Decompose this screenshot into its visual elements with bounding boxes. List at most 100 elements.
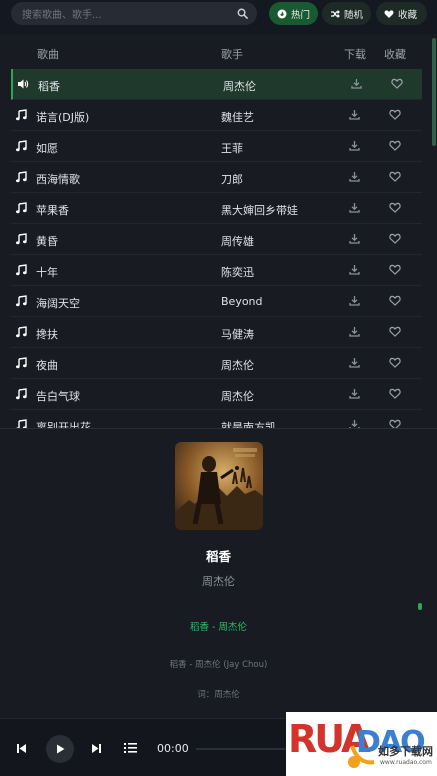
heart-outline-icon[interactable] xyxy=(389,233,401,244)
next-icon[interactable] xyxy=(91,743,102,754)
watermark-subtitle: 如多下载网 xyxy=(378,745,433,758)
album-cover xyxy=(175,442,263,530)
heart-outline-icon[interactable] xyxy=(389,357,401,368)
song-row[interactable]: 如愿 王菲 xyxy=(11,131,422,162)
lyric-scroll-indicator xyxy=(418,603,422,610)
download-icon[interactable] xyxy=(349,140,360,151)
download-icon[interactable] xyxy=(349,295,360,306)
song-row[interactable]: 诺言(DJ版) 魏佳艺 xyxy=(11,100,422,131)
download-icon[interactable] xyxy=(349,326,360,337)
filter-favorites-button[interactable]: 收藏 xyxy=(376,2,427,25)
download-icon[interactable] xyxy=(349,264,360,275)
filter-favorites-label: 收藏 xyxy=(398,9,418,21)
song-row[interactable]: 夜曲 周杰伦 xyxy=(11,348,422,379)
progress-bar[interactable] xyxy=(196,748,286,750)
song-artist: 周传雄 xyxy=(221,235,254,248)
previous-icon[interactable] xyxy=(16,743,27,754)
filter-random-button[interactable]: 随机 xyxy=(322,2,371,25)
song-artist: 马健涛 xyxy=(221,328,254,341)
filter-random-label: 随机 xyxy=(344,9,364,21)
music-note-icon xyxy=(16,264,27,276)
download-icon[interactable] xyxy=(349,109,360,120)
song-title: 告白气球 xyxy=(36,390,80,403)
download-icon[interactable] xyxy=(349,357,360,368)
song-row[interactable]: 黄昏 周传雄 xyxy=(11,224,422,255)
heart-outline-icon[interactable] xyxy=(389,264,401,275)
song-title: 黄昏 xyxy=(36,235,58,248)
song-artist: 魏佳艺 xyxy=(221,111,254,124)
heart-outline-icon[interactable] xyxy=(389,140,401,151)
header-favorite: 收藏 xyxy=(384,48,406,61)
heart-outline-icon[interactable] xyxy=(391,78,403,89)
song-list: 歌曲 歌手 下载 收藏 稻香 周杰伦诺言(DJ版) 魏佳艺如愿 王菲西海情歌 刀郎苹果香… xyxy=(0,34,437,428)
header-song: 歌曲 xyxy=(37,48,59,61)
download-icon[interactable] xyxy=(351,78,362,89)
song-title: 夜曲 xyxy=(36,359,58,372)
fire-icon xyxy=(277,9,287,18)
song-row[interactable]: 告白气球 周杰伦 xyxy=(11,379,422,410)
lyric-line: 稻香 - 周杰伦 (Jay Chou) xyxy=(169,660,268,670)
song-artist: 刀郎 xyxy=(221,173,243,186)
music-note-icon xyxy=(16,171,27,183)
music-note-icon xyxy=(16,419,27,428)
music-note-icon xyxy=(16,233,27,245)
watermark-logo: RUA DAO 如多下载网 www.ruadao.com xyxy=(286,712,437,776)
song-row[interactable]: 西海情歌 刀郎 xyxy=(11,162,422,193)
song-artist: 陈奕迅 xyxy=(221,266,254,279)
playlist-icon[interactable] xyxy=(124,742,137,754)
play-icon xyxy=(57,744,65,754)
song-row[interactable]: 离别开出花 就是南方凯 xyxy=(11,410,422,428)
music-note-icon xyxy=(16,295,27,307)
song-row[interactable]: 海阔天空 Beyond xyxy=(11,286,422,317)
top-bar: 搜索歌曲、歌手... 热门 随机 收藏 xyxy=(0,0,437,34)
heart-outline-icon[interactable] xyxy=(389,171,401,182)
song-artist: 黑大婶回乡带娃 xyxy=(221,204,298,217)
header-artist: 歌手 xyxy=(221,48,243,61)
song-title: 苹果香 xyxy=(36,204,69,217)
heart-outline-icon[interactable] xyxy=(389,388,401,399)
shuffle-icon xyxy=(331,9,340,18)
play-button[interactable] xyxy=(46,735,74,763)
song-title: 诺言(DJ版) xyxy=(36,111,90,124)
song-row[interactable]: 稻香 周杰伦 xyxy=(11,69,422,100)
song-row[interactable]: 搀扶 马健涛 xyxy=(11,317,422,348)
search-icon[interactable] xyxy=(237,8,248,19)
song-title: 如愿 xyxy=(36,142,58,155)
search-box[interactable]: 搜索歌曲、歌手... xyxy=(11,2,257,25)
heart-outline-icon[interactable] xyxy=(389,419,401,428)
heart-outline-icon[interactable] xyxy=(389,109,401,120)
now-playing-title: 稻香 xyxy=(205,549,231,564)
heart-outline-icon[interactable] xyxy=(389,326,401,337)
song-artist: 王菲 xyxy=(221,142,243,155)
song-row[interactable]: 苹果香 黑大婶回乡带娃 xyxy=(11,193,422,224)
heart-outline-icon[interactable] xyxy=(389,295,401,306)
song-row[interactable]: 十年 陈奕迅 xyxy=(11,255,422,286)
song-artist: 周杰伦 xyxy=(221,359,254,372)
filter-hot-label: 热门 xyxy=(291,9,311,21)
now-playing-artist: 周杰伦 xyxy=(202,575,235,588)
filter-hot-button[interactable]: 热门 xyxy=(269,2,318,25)
lyric-line: 词：周杰伦 xyxy=(197,690,240,700)
download-icon[interactable] xyxy=(349,233,360,244)
music-note-icon xyxy=(16,357,27,369)
music-note-icon xyxy=(16,109,27,121)
download-icon[interactable] xyxy=(349,171,360,182)
header-download: 下载 xyxy=(344,48,366,61)
current-time: 00:00 xyxy=(157,742,189,755)
download-icon[interactable] xyxy=(349,202,360,213)
song-artist: 周杰伦 xyxy=(223,80,256,93)
download-icon[interactable] xyxy=(349,419,360,428)
song-title: 西海情歌 xyxy=(36,173,80,186)
heart-outline-icon[interactable] xyxy=(389,202,401,213)
search-input[interactable]: 搜索歌曲、歌手... xyxy=(22,6,102,21)
song-title: 搀扶 xyxy=(36,328,58,341)
music-note-icon xyxy=(16,202,27,214)
lyric-current-line: 稻香 - 周杰伦 xyxy=(190,622,247,633)
heart-icon xyxy=(384,9,394,18)
download-icon[interactable] xyxy=(349,388,360,399)
song-artist: Beyond xyxy=(221,295,263,308)
music-note-icon xyxy=(16,388,27,400)
music-note-icon xyxy=(16,326,27,338)
list-scrollbar[interactable] xyxy=(432,38,436,146)
watermark-url: www.ruadao.com xyxy=(380,759,432,766)
